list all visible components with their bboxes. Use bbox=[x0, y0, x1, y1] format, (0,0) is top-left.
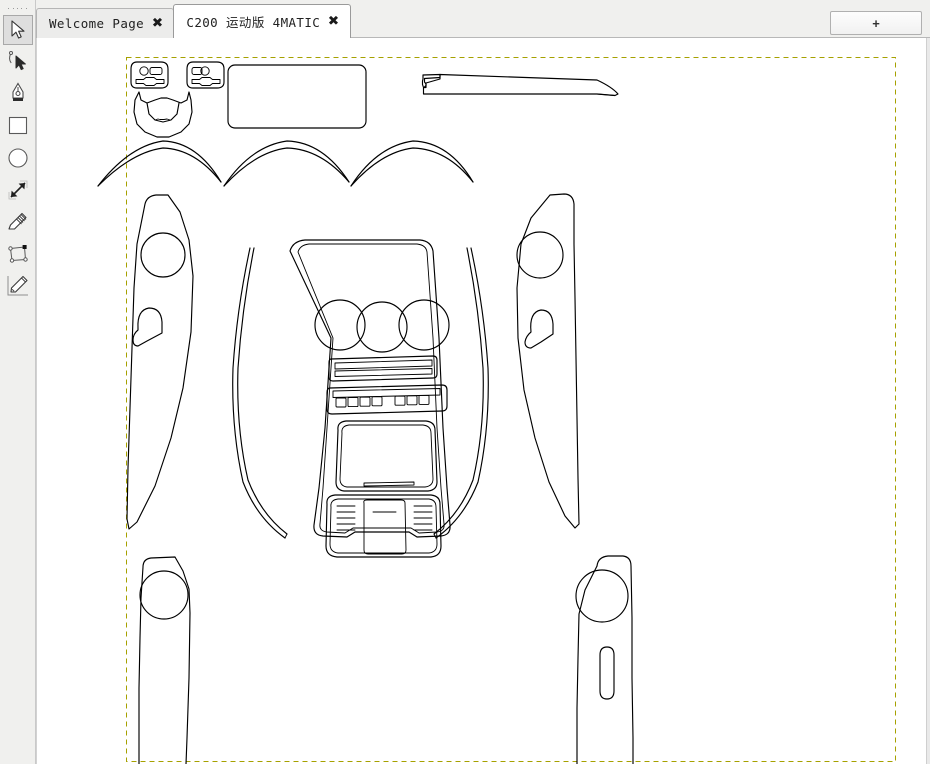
rectangle-tool[interactable] bbox=[3, 111, 33, 141]
polygon-nodes-icon bbox=[7, 244, 29, 264]
pen-nib-icon bbox=[8, 82, 28, 106]
vent-right[interactable] bbox=[187, 62, 224, 88]
polygon-node-tool[interactable] bbox=[3, 239, 33, 269]
eraser-icon bbox=[6, 211, 30, 233]
close-icon[interactable]: ✖ bbox=[328, 15, 340, 28]
canvas-right-edge bbox=[926, 38, 930, 764]
measure-tool[interactable] bbox=[3, 175, 33, 205]
tab-bar: Welcome Page ✖ C200 运动版 4MATIC ✖ + bbox=[0, 0, 930, 38]
rear-right-door-panel[interactable] bbox=[576, 556, 633, 764]
workspace bbox=[0, 38, 930, 764]
pen-tool[interactable] bbox=[3, 79, 33, 109]
center-console[interactable] bbox=[290, 240, 450, 557]
vent-left[interactable] bbox=[131, 62, 168, 88]
palette-grip-icon[interactable] bbox=[7, 3, 29, 13]
rear-left-door-panel[interactable] bbox=[139, 557, 190, 764]
selection-bounding-box[interactable] bbox=[127, 58, 896, 762]
ellipse-icon bbox=[7, 147, 29, 169]
eraser-tool[interactable] bbox=[3, 207, 33, 237]
tab-label: C200 运动版 4MATIC bbox=[186, 12, 320, 31]
dash-arc-3[interactable] bbox=[351, 141, 473, 186]
double-arrow-icon bbox=[6, 178, 30, 202]
canvas-surface[interactable] bbox=[37, 38, 930, 764]
console-side-trim-left[interactable] bbox=[233, 248, 287, 538]
console-side-trim-right[interactable] bbox=[434, 248, 488, 538]
door-sill-strip[interactable] bbox=[423, 75, 619, 96]
front-right-door-panel[interactable] bbox=[517, 194, 579, 528]
drawing-canvas[interactable] bbox=[36, 38, 930, 764]
ellipse-tool[interactable] bbox=[3, 143, 33, 173]
tool-palette bbox=[0, 0, 36, 764]
steering-wheel-lower-trim[interactable] bbox=[134, 92, 192, 137]
front-left-door-panel[interactable] bbox=[127, 195, 193, 529]
tab-c200-drawing[interactable]: C200 运动版 4MATIC ✖ bbox=[173, 4, 350, 38]
vector-drawing[interactable] bbox=[37, 38, 930, 764]
tab-welcome-page[interactable]: Welcome Page ✖ bbox=[36, 8, 174, 38]
direct-select-tool[interactable] bbox=[3, 47, 33, 77]
select-arrow-tool[interactable] bbox=[3, 15, 33, 45]
highlighter-tool[interactable] bbox=[3, 271, 33, 301]
highlighter-icon bbox=[6, 274, 30, 298]
app-window: Welcome Page ✖ C200 运动版 4MATIC ✖ + bbox=[0, 0, 930, 764]
tab-label: Welcome Page bbox=[49, 16, 144, 31]
glovebox-panel[interactable] bbox=[228, 65, 366, 128]
rectangle-icon bbox=[7, 116, 29, 136]
dash-arc-2[interactable] bbox=[224, 141, 349, 186]
dash-arc-1[interactable] bbox=[98, 141, 221, 186]
direct-select-arrow-icon bbox=[6, 51, 30, 73]
new-tab-button[interactable]: + bbox=[830, 11, 922, 35]
cursor-arrow-icon bbox=[8, 19, 28, 41]
close-icon[interactable]: ✖ bbox=[152, 17, 164, 30]
